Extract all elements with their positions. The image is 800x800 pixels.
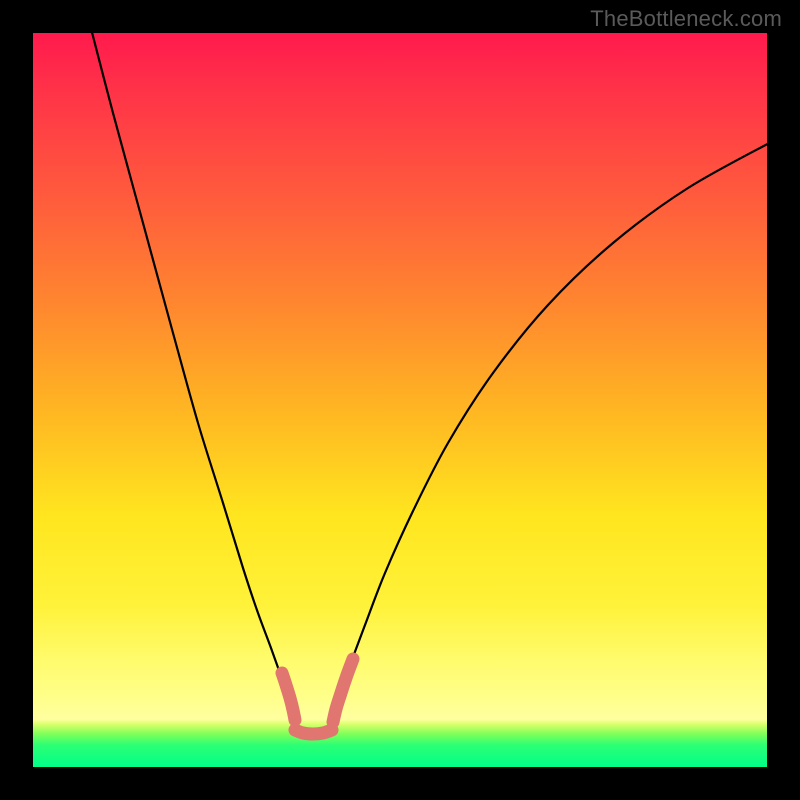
marker-pink-right [333,659,353,722]
watermark-text: TheBottleneck.com [590,6,782,32]
chart-svg [33,33,767,767]
outer-frame: TheBottleneck.com [0,0,800,800]
curve-right-branch [333,141,767,717]
marker-pink-bottom [295,730,332,734]
curve-left-branch [87,33,294,717]
marker-pink-left [282,673,295,720]
plot-area [33,33,767,767]
